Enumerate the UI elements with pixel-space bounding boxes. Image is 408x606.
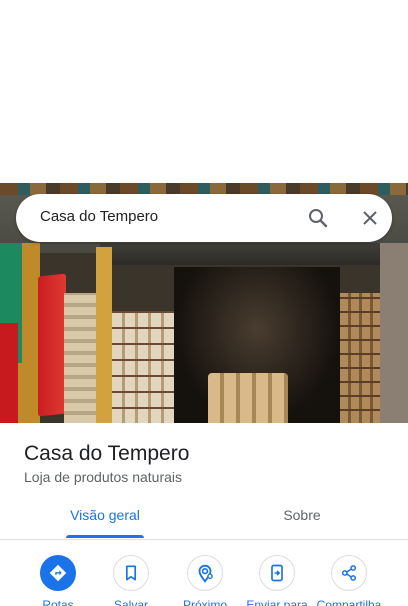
active-tab-indicator xyxy=(66,535,144,538)
search-icon[interactable] xyxy=(306,206,330,230)
close-icon[interactable] xyxy=(358,206,382,230)
directions-button[interactable]: Rotas xyxy=(23,555,93,606)
tab-about[interactable]: Sobre xyxy=(250,507,354,539)
share-label: Compartilha xyxy=(316,598,382,606)
save-button[interactable]: Salvar xyxy=(96,555,166,606)
search-bar[interactable]: Casa do Tempero xyxy=(16,194,392,242)
directions-label: Rotas xyxy=(42,598,74,606)
place-category: Loja de produtos naturais xyxy=(24,469,182,485)
search-input[interactable]: Casa do Tempero xyxy=(40,208,158,225)
bookmark-icon xyxy=(113,555,149,591)
save-label: Salvar xyxy=(113,598,148,606)
tab-divider xyxy=(0,539,408,540)
nearby-icon xyxy=(187,555,223,591)
nearby-button[interactable]: Próximo xyxy=(170,555,240,606)
send-to-phone-icon xyxy=(259,555,295,591)
place-title: Casa do Tempero xyxy=(24,442,190,465)
nearby-label: Próximo xyxy=(182,598,227,606)
place-sheet: Casa do Tempero Loja de produtos naturai… xyxy=(0,423,408,606)
directions-icon xyxy=(40,555,76,591)
send-to-phone-button[interactable]: Enviar para xyxy=(242,555,312,606)
share-button[interactable]: Compartilha xyxy=(314,555,384,606)
share-icon xyxy=(331,555,367,591)
blank-area xyxy=(0,0,408,183)
send-to-phone-label: Enviar para xyxy=(246,598,308,606)
